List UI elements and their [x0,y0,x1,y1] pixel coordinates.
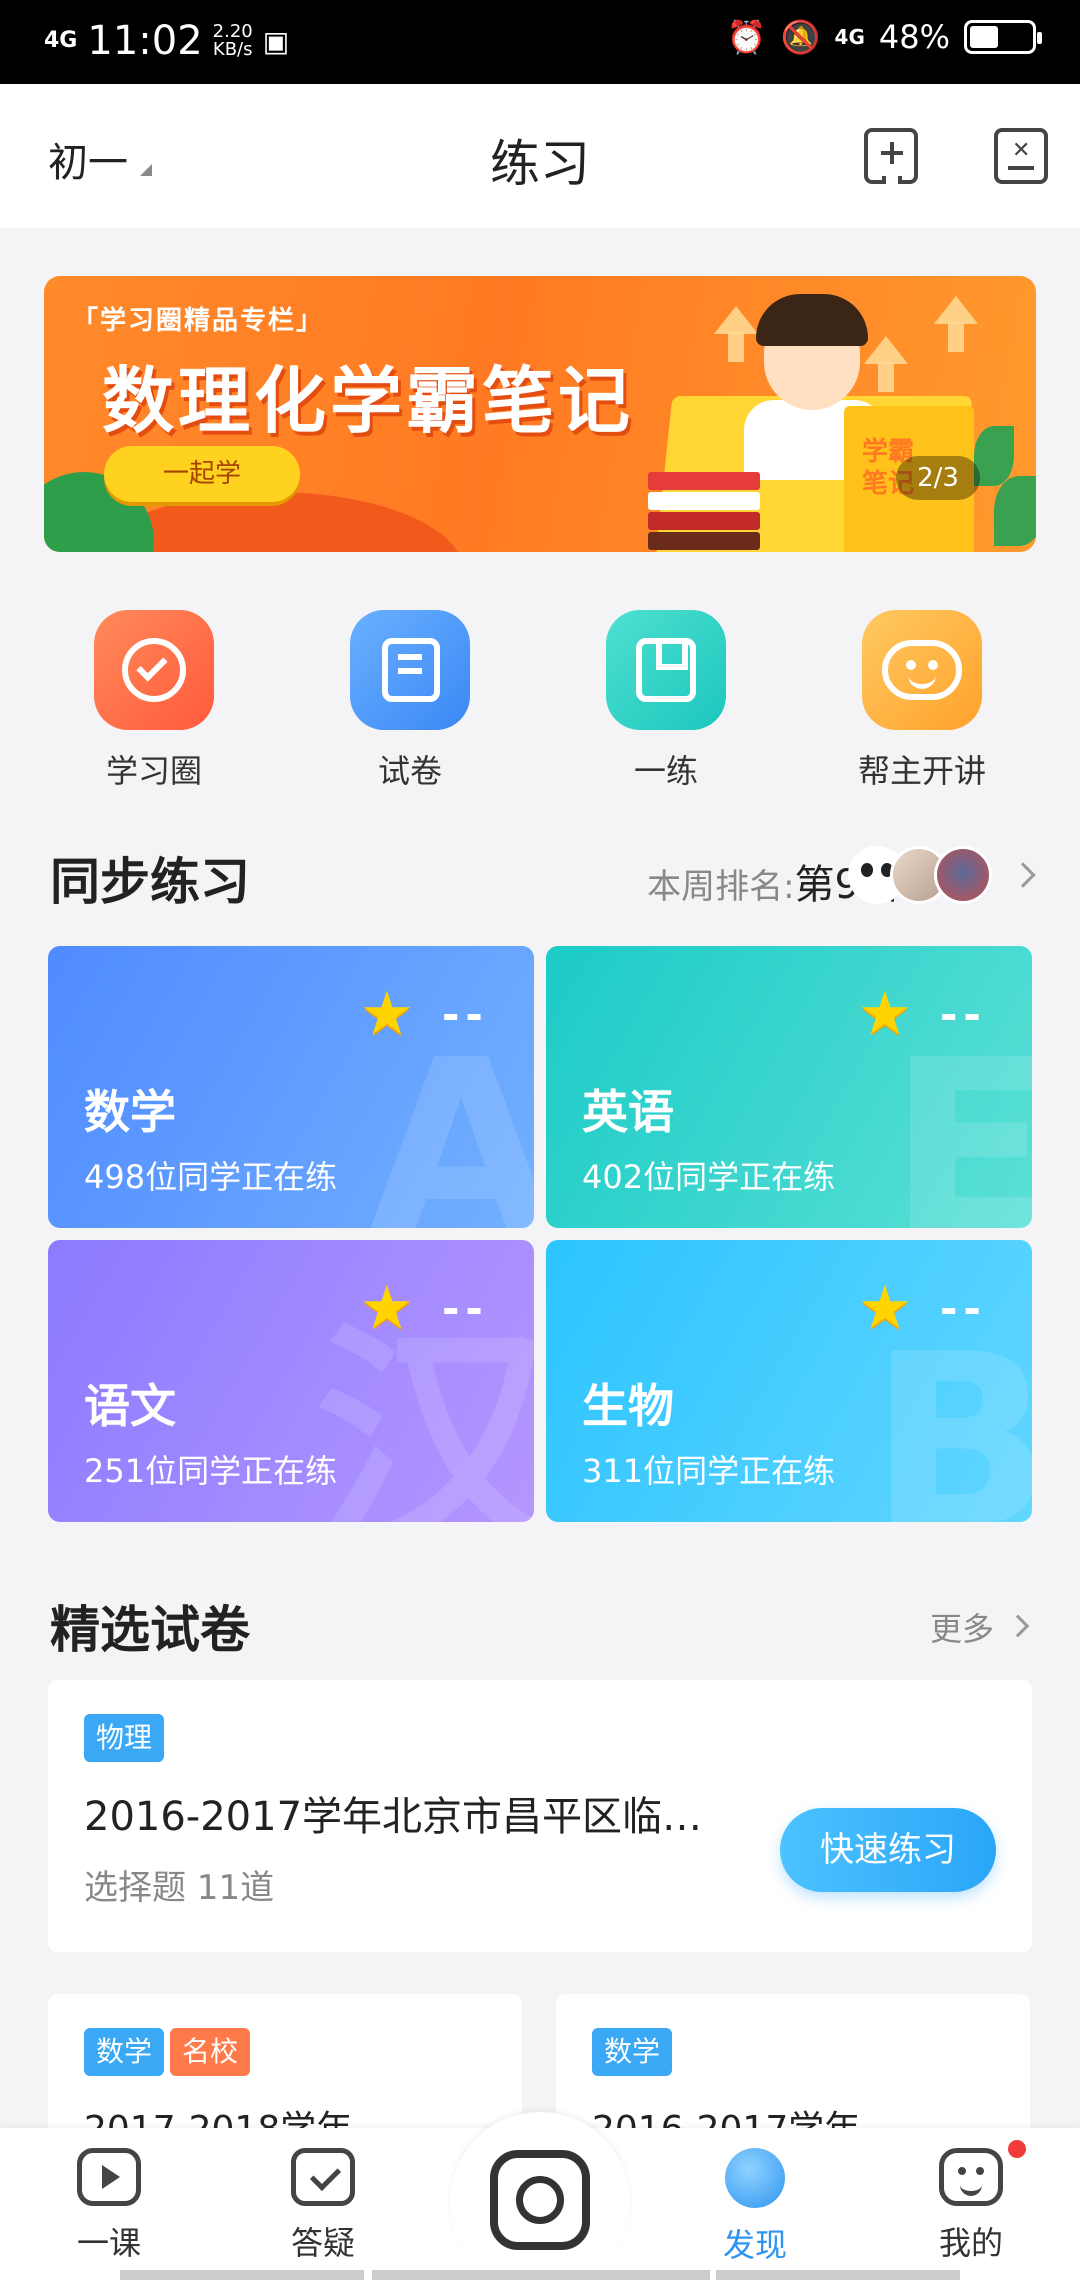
subject-card-chinese[interactable]: 汉 ★ -- 语文 251位同学正在练 [48,1240,534,1522]
chevron-right-icon[interactable] [1010,862,1036,888]
mute-icon: 🔕 [780,18,821,56]
subject-name: 数学 [84,1085,176,1139]
entry-label: 一练 [633,752,698,790]
card-watermark: E [888,1008,1032,1228]
banner-tag: 「学习圈精品专栏」 [72,306,325,336]
video-play-icon [77,2148,141,2206]
sync-practice-title: 同步练习 [50,853,250,911]
check-circle-icon [94,610,214,730]
subject-tag: 数学 [84,2028,165,2076]
subject-tag: 数学 [592,2028,673,2076]
promo-banner[interactable]: 「学习圈精品专栏」 数理化学霸笔记 一起学 学霸 笔记 2/3 [44,276,1036,552]
score-placeholder: -- [940,990,987,1039]
clock: 11:02 [87,18,203,64]
nav-tab-lessons[interactable]: 一课 [34,2148,184,2264]
subject-card-english[interactable]: E ★ -- 英语 402位同学正在练 [546,946,1032,1228]
battery-percent: 48% [878,18,950,56]
featured-exam-card[interactable]: 物理 2016-2017学年北京市昌平区临… 选择题 11道 快速练习 [48,1680,1032,1952]
selected-exams-title: 精选试卷 [50,1601,250,1659]
score-placeholder: -- [940,1284,987,1333]
avatar [934,846,992,904]
card-watermark: B [869,1302,1032,1522]
subject-card-biology[interactable]: B ★ -- 生物 311位同学正在练 [546,1240,1032,1522]
page-title: 练习 [490,135,590,193]
book-icon [606,610,726,730]
join-study-button[interactable]: 一起学 [104,446,300,502]
learner-count: 311位同学正在练 [582,1452,836,1490]
subject-card-math[interactable]: A ★ -- 数学 498位同学正在练 [48,946,534,1228]
rank-label: 本周排名: [647,867,795,907]
learner-count: 251位同学正在练 [84,1452,338,1490]
arrow-up-icon [934,296,978,352]
entry-master-lecture[interactable]: 帮主开讲 [822,610,1022,792]
subject-name: 语文 [84,1379,176,1433]
chat-check-icon [291,2148,355,2206]
notification-dot [1008,2140,1026,2158]
nav-tab-discover[interactable]: 发现 [680,2148,830,2266]
entry-label: 试卷 [377,752,442,790]
quick-practice-button[interactable]: 快速练习 [780,1808,996,1892]
discover-ball-icon [725,2148,785,2208]
status-bar: 4G 11:02 2.20 KB/s ▣ ⏰ 🔕 4G 48% [0,0,1080,84]
more-label: 更多 [930,1610,995,1648]
add-bookmark-icon[interactable] [864,128,918,184]
nav-tab-qa[interactable]: 答疑 [248,2148,398,2264]
network-speed-unit: KB/s [212,39,253,60]
nav-label: 一课 [76,2224,141,2262]
camera-scan-button[interactable] [490,2150,590,2250]
entry-daily-practice[interactable]: 一练 [566,610,766,792]
more-link[interactable]: 更多 [930,1604,994,1650]
network-speed: 2.20 KB/s [213,23,253,59]
score-placeholder: -- [442,1284,489,1333]
network-indicator: 4G [44,28,78,53]
subject-tag: 物理 [84,1714,165,1762]
star-icon: ★ [360,979,414,1049]
battery-icon [964,20,1042,54]
screenshot-icon: ▣ [262,24,290,58]
alarm-icon: ⏰ [726,18,767,56]
chevron-right-icon[interactable] [1006,1614,1030,1638]
card-watermark: 汉 [313,1302,534,1522]
subject-name: 英语 [582,1085,674,1139]
entry-exam-papers[interactable]: 试卷 [310,610,510,792]
subject-name: 生物 [582,1379,674,1433]
banner-page-indicator: 2/3 [896,456,980,500]
learner-count: 498位同学正在练 [84,1158,338,1196]
exam-title: 2016-2017学年北京市昌平区临… [84,1794,703,1840]
app-header: 初一 练习 ✕ [0,84,1080,228]
arrow-up-icon [714,306,758,362]
nav-tab-me[interactable]: 我的 [896,2148,1046,2264]
exam-question-count: 选择题 11道 [84,1868,275,1908]
nav-label: 发现 [722,2226,787,2264]
nav-label: 我的 [938,2224,1003,2262]
entry-study-circle[interactable]: 学习圈 [54,610,254,792]
paper-scroll-icon [350,610,470,730]
famous-school-tag: 名校 [170,2028,251,2076]
card-watermark: A [368,1008,534,1228]
entry-label: 帮主开讲 [857,752,986,790]
cloud-face-icon [862,610,982,730]
entry-label: 学习圈 [105,752,202,790]
arrow-up-icon [864,336,908,392]
score-placeholder: -- [442,990,489,1039]
banner-title: 数理化学霸笔记 [102,359,635,443]
star-icon: ★ [858,979,912,1049]
learner-count: 402位同学正在练 [582,1158,836,1196]
nav-label: 答疑 [290,2224,355,2262]
network-indicator-right: 4G [834,25,865,49]
star-icon: ★ [858,1273,912,1343]
wrong-question-book-icon[interactable]: ✕ [994,128,1048,184]
star-icon: ★ [360,1273,414,1343]
smiley-face-icon [939,2148,1003,2206]
book-stack-illustration [648,472,760,490]
